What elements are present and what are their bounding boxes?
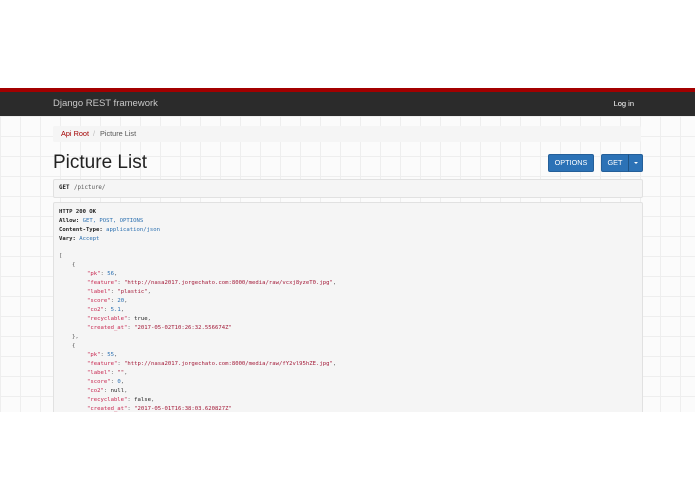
page-top-whitespace [0, 0, 695, 88]
json-key: "label" [87, 370, 111, 376]
json-value: "2017-05-01T16:38:03.620827Z" [134, 406, 232, 412]
json-field-feature: "feature": "http://nasa2017.jorgechato.c… [87, 280, 337, 286]
breadcrumb-api-root-link[interactable]: Api Root [61, 126, 89, 142]
header-name: Vary: [59, 236, 76, 242]
response-info: HTTP 200 OK Allow: GET, POST, OPTIONS Co… [53, 202, 643, 412]
get-format-dropdown-button[interactable] [628, 154, 643, 172]
json-value: "2017-05-02T10:26:32.556674Z" [134, 325, 232, 331]
json-key: "recyclable" [87, 397, 128, 403]
header-value: GET, POST, OPTIONS [82, 218, 144, 224]
response-status: HTTP 200 OK [59, 209, 97, 215]
response-header: Vary: Accept [59, 236, 99, 242]
json-value: "http://nasa2017.jorgechato.com:8000/med… [124, 280, 333, 286]
json-key: "created_at" [87, 406, 128, 412]
header-value: application/json [106, 227, 161, 233]
request-info: GET /picture/ [53, 179, 643, 198]
json-field-recyclable: "recyclable": true, [87, 316, 152, 322]
json-open-brace: { [72, 262, 76, 268]
response-header: Allow: GET, POST, OPTIONS [59, 218, 143, 224]
json-key: "recyclable" [87, 316, 128, 322]
json-key: "feature" [87, 280, 118, 286]
json-field-label: "label": "plastic", [87, 289, 152, 295]
json-key: "co2" [87, 307, 104, 313]
json-field-pk: "pk": 55, [87, 352, 118, 358]
main-content: Api Root / Picture List Picture List OPT… [0, 116, 695, 412]
json-value: 56 [107, 271, 114, 277]
header-name: Allow: [59, 218, 80, 224]
json-value: "http://nasa2017.jorgechato.com:8000/med… [124, 361, 333, 367]
json-field-score: "score": 0, [87, 379, 125, 385]
navbar: Django REST framework Log in [0, 92, 695, 116]
breadcrumb-separator: / [93, 129, 96, 138]
json-value: 5.1 [110, 307, 121, 313]
json-field-created-at: "created_at": "2017-05-02T10:26:32.55667… [87, 325, 232, 331]
page-title: Picture List [53, 152, 147, 173]
json-key: "created_at" [87, 325, 128, 331]
navbar-brand[interactable]: Django REST framework [53, 98, 158, 109]
json-key: "score" [87, 379, 111, 385]
json-field-feature: "feature": "http://nasa2017.jorgechato.c… [87, 361, 337, 367]
json-key: "pk" [87, 271, 101, 277]
response-header: Content-Type: application/json [59, 227, 160, 233]
options-button[interactable]: OPTIONS [548, 154, 594, 172]
json-key: "score" [87, 298, 111, 304]
json-key: "pk" [87, 352, 101, 358]
json-field-recyclable: "recyclable": false, [87, 397, 155, 403]
json-field-pk: "pk": 56, [87, 271, 118, 277]
breadcrumb: Api Root / Picture List [53, 126, 641, 142]
request-method: GET [59, 185, 70, 191]
json-key: "feature" [87, 361, 118, 367]
caret-down-icon [633, 162, 638, 165]
get-button[interactable]: GET [601, 154, 629, 172]
header-name: Content-Type: [59, 227, 103, 233]
json-field-co2: "co2": null, [87, 388, 128, 394]
json-field-score: "score": 20, [87, 298, 128, 304]
json-field-co2: "co2": 5.1, [87, 307, 125, 313]
login-link[interactable]: Log in [614, 99, 634, 108]
json-value: false [134, 397, 152, 403]
json-value: true [134, 316, 148, 322]
json-key: "co2" [87, 388, 104, 394]
header-value: Accept [79, 236, 100, 242]
json-open-bracket: [ [59, 253, 63, 259]
json-open-brace: { [72, 343, 76, 349]
json-value: null [110, 388, 125, 394]
breadcrumb-current: Picture List [100, 129, 137, 138]
json-close-brace: }, [72, 334, 79, 340]
json-field-label: "label": "", [87, 370, 128, 376]
json-key: "label" [87, 289, 111, 295]
json-value: 55 [107, 352, 114, 358]
json-value: "plastic" [117, 289, 148, 295]
request-path: /picture/ [74, 185, 106, 191]
json-field-created-at: "created_at": "2017-05-01T16:38:03.62082… [87, 406, 232, 412]
